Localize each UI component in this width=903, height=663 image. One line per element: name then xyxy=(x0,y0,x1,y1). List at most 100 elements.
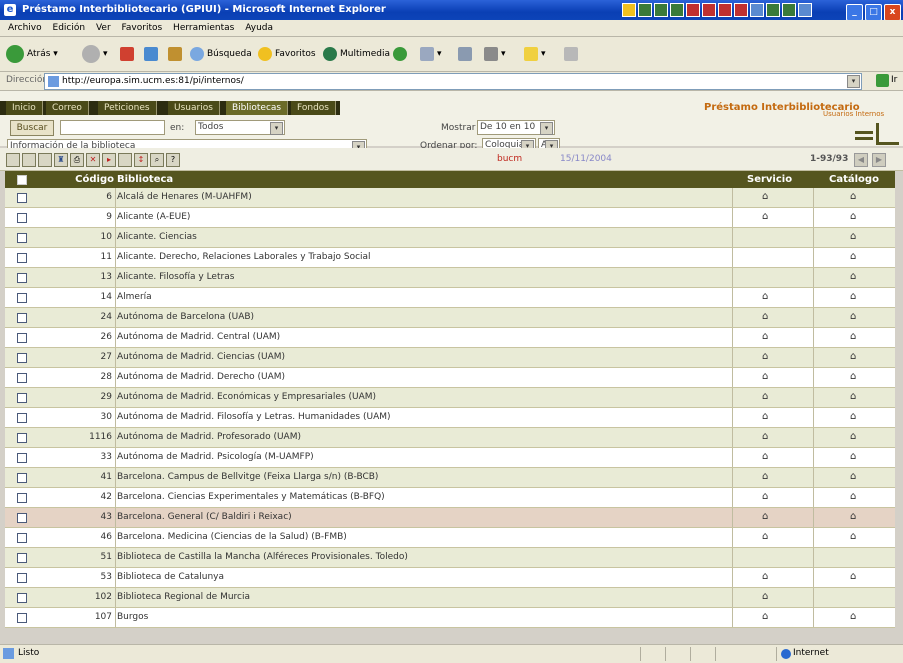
table-row[interactable]: 30 Autónoma de Madrid. Filosofía y Letras… xyxy=(5,408,895,428)
row-biblioteca[interactable]: Autónoma de Madrid. Ciencias (UAM) xyxy=(117,348,285,367)
edit-button[interactable]: ▾ xyxy=(484,44,506,64)
table-row[interactable]: 29 Autónoma de Madrid. Económicas y Empre… xyxy=(5,388,895,408)
row-biblioteca[interactable]: Alicante. Filosofía y Letras xyxy=(117,268,234,287)
home-icon[interactable]: ⌂ xyxy=(762,492,772,502)
home-icon[interactable]: ⌂ xyxy=(762,312,772,322)
new-icon[interactable] xyxy=(6,153,20,167)
home-icon[interactable]: ⌂ xyxy=(762,392,772,402)
home-icon[interactable]: ⌂ xyxy=(850,312,860,322)
home-icon[interactable]: ⌂ xyxy=(850,572,860,582)
home-icon[interactable]: ⌂ xyxy=(850,452,860,462)
home-icon[interactable]: ⌂ xyxy=(850,612,860,622)
home-icon[interactable]: ⌂ xyxy=(850,332,860,342)
home-icon[interactable]: ⌂ xyxy=(850,492,860,502)
home-icon[interactable]: ⌂ xyxy=(762,532,772,542)
home-icon[interactable]: ⌂ xyxy=(850,252,860,262)
minimize-button[interactable]: _ xyxy=(846,4,863,21)
table-row[interactable]: 28 Autónoma de Madrid. Derecho (UAM) ⌂ ⌂ xyxy=(5,368,895,388)
home-icon[interactable]: ⌂ xyxy=(762,332,772,342)
go-label[interactable]: Ir xyxy=(891,75,897,85)
header-biblioteca[interactable]: Biblioteca xyxy=(117,174,173,185)
row-biblioteca[interactable]: Alicante (A-EUE) xyxy=(117,208,190,227)
home-icon[interactable]: ⌂ xyxy=(762,372,772,382)
maximize-button[interactable]: □ xyxy=(865,4,882,21)
print-button[interactable] xyxy=(458,44,475,64)
home-icon[interactable]: ⌂ xyxy=(850,292,860,302)
refresh-button[interactable] xyxy=(144,44,161,64)
home-icon[interactable]: ⌂ xyxy=(762,592,772,602)
row-checkbox[interactable] xyxy=(17,233,27,243)
row-checkbox[interactable] xyxy=(17,193,27,203)
binoculars-icon[interactable]: ⌕ xyxy=(150,153,164,167)
home-icon[interactable]: ⌂ xyxy=(762,572,772,582)
row-checkbox[interactable] xyxy=(17,413,27,423)
table-row[interactable]: 41 Barcelona. Campus de Bellvitge (Feixa … xyxy=(5,468,895,488)
row-checkbox[interactable] xyxy=(17,453,27,463)
delete-icon[interactable]: ✕ xyxy=(86,153,100,167)
table-row[interactable]: 24 Autónoma de Barcelona (UAB) ⌂ ⌂ xyxy=(5,308,895,328)
row-biblioteca[interactable]: Barcelona. Campus de Bellvitge (Feixa Ll… xyxy=(117,468,378,487)
home-icon[interactable]: ⌂ xyxy=(850,472,860,482)
table-row[interactable]: 11 Alicante. Derecho, Relaciones Laborale… xyxy=(5,248,895,268)
row-checkbox[interactable] xyxy=(17,313,27,323)
row-biblioteca[interactable]: Autónoma de Madrid. Derecho (UAM) xyxy=(117,368,285,387)
tab-usuarios[interactable]: Usuarios xyxy=(168,101,220,115)
en-select[interactable]: Todos ▾ xyxy=(195,120,285,135)
row-biblioteca[interactable]: Autónoma de Barcelona (UAB) xyxy=(117,308,254,327)
table-row[interactable]: 26 Autónoma de Madrid. Central (UAM) ⌂ ⌂ xyxy=(5,328,895,348)
table-row[interactable]: 10 Alicante. Ciencias ⌂ xyxy=(5,228,895,248)
home-icon[interactable]: ⌂ xyxy=(850,372,860,382)
home-icon[interactable]: ⌂ xyxy=(850,232,860,242)
buscar-button[interactable]: Buscar xyxy=(10,120,54,136)
stop-button[interactable] xyxy=(120,44,137,64)
history-button[interactable] xyxy=(393,44,410,64)
table-row[interactable]: 53 Biblioteca de Catalunya ⌂ ⌂ xyxy=(5,568,895,588)
folder-button[interactable]: ▾ xyxy=(524,44,546,64)
row-biblioteca[interactable]: Biblioteca Regional de Murcia xyxy=(117,588,250,607)
tab-bibliotecas[interactable]: Bibliotecas xyxy=(226,101,289,115)
messenger-button[interactable] xyxy=(564,44,581,64)
table-row[interactable]: 14 Almería ⌂ ⌂ xyxy=(5,288,895,308)
row-checkbox[interactable] xyxy=(17,473,27,483)
table-row[interactable]: 102 Biblioteca Regional de Murcia ⌂ xyxy=(5,588,895,608)
table-row[interactable]: 43 Barcelona. General (C/ Baldiri i Reixa… xyxy=(5,508,895,528)
mail-button[interactable]: ▾ xyxy=(420,44,442,64)
search-button[interactable]: Búsqueda xyxy=(190,44,252,64)
home-icon[interactable]: ⌂ xyxy=(850,352,860,362)
menu-ayuda[interactable]: Ayuda xyxy=(245,20,273,36)
select-all-checkbox[interactable] xyxy=(17,175,27,185)
home-icon[interactable]: ⌂ xyxy=(762,412,772,422)
print-icon[interactable]: ⎙ xyxy=(70,153,84,167)
row-checkbox[interactable] xyxy=(17,513,27,523)
row-checkbox[interactable] xyxy=(17,253,27,263)
row-checkbox[interactable] xyxy=(17,353,27,363)
home-icon[interactable]: ⌂ xyxy=(762,512,772,522)
header-catalogo[interactable]: Catálogo xyxy=(829,174,879,185)
tab-inicio[interactable]: Inicio xyxy=(6,101,43,115)
menu-herramientas[interactable]: Herramientas xyxy=(173,20,234,36)
home-icon[interactable]: ⌂ xyxy=(850,412,860,422)
tab-peticiones[interactable]: Peticiones xyxy=(98,101,157,115)
filter-icon[interactable] xyxy=(118,153,132,167)
row-biblioteca[interactable]: Alicante. Ciencias xyxy=(117,228,197,247)
home-icon[interactable]: ⌂ xyxy=(850,272,860,282)
menu-edicion[interactable]: Edición xyxy=(53,20,86,36)
favorites-button[interactable]: Favoritos xyxy=(258,44,316,64)
row-biblioteca[interactable]: Autónoma de Madrid. Económicas y Empresa… xyxy=(117,388,376,407)
home-icon[interactable]: ⌂ xyxy=(762,432,772,442)
home-icon[interactable]: ⌂ xyxy=(762,612,772,622)
row-biblioteca[interactable]: Alcalá de Henares (M-UAHFM) xyxy=(117,188,252,207)
search-input[interactable] xyxy=(60,120,165,135)
home-icon[interactable]: ⌂ xyxy=(762,352,772,362)
sort-icon[interactable]: ↕ xyxy=(134,153,148,167)
row-checkbox[interactable] xyxy=(17,273,27,283)
mostrar-select[interactable]: De 10 en 10 ▾ xyxy=(477,120,555,135)
home-icon[interactable]: ⌂ xyxy=(762,472,772,482)
home-icon[interactable]: ⌂ xyxy=(762,452,772,462)
forward-button[interactable]: ▾ xyxy=(82,44,108,64)
row-biblioteca[interactable]: Autónoma de Madrid. Profesorado (UAM) xyxy=(117,428,301,447)
header-servicio[interactable]: Servicio xyxy=(747,174,792,185)
row-biblioteca[interactable]: Barcelona. Medicina (Ciencias de la Salu… xyxy=(117,528,347,547)
home-icon[interactable]: ⌂ xyxy=(850,192,860,202)
row-checkbox[interactable] xyxy=(17,433,27,443)
